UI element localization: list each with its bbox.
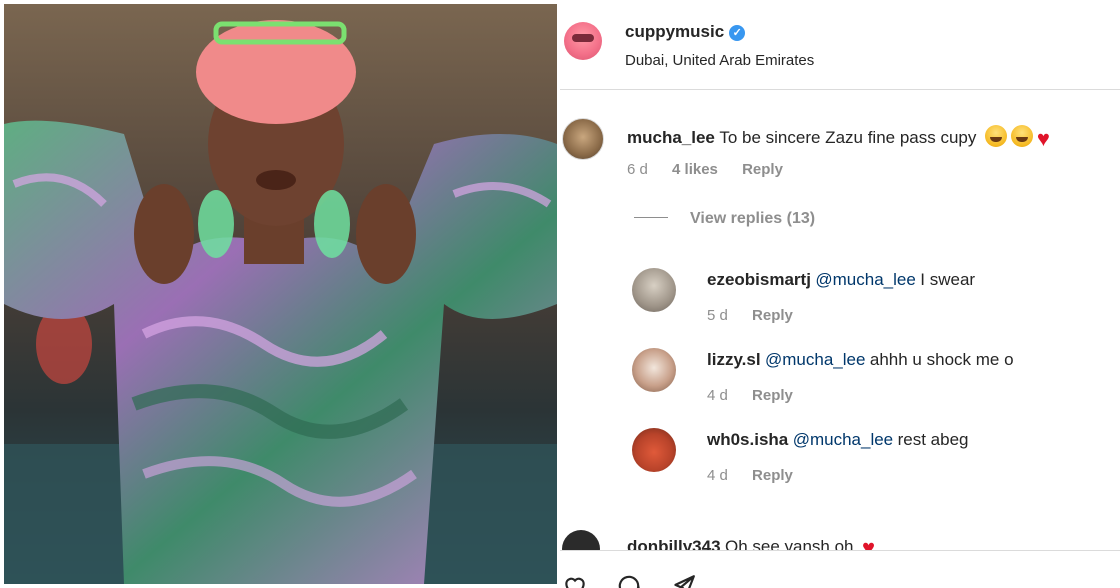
- reply-text: rest abeg: [897, 430, 969, 449]
- comment-meta: 6 d 4 likes Reply: [627, 161, 803, 178]
- comment-body: mucha_lee To be sincere Zazu fine pass c…: [627, 125, 1050, 152]
- reply-username[interactable]: ezeobismartj: [707, 270, 811, 289]
- avatar-glasses: [572, 34, 594, 42]
- view-replies-button[interactable]: View replies (13): [634, 210, 815, 228]
- reply-text: ahhh u shock me o: [869, 350, 1014, 369]
- reply-avatar[interactable]: [632, 348, 676, 392]
- reply-reply-button[interactable]: Reply: [752, 387, 793, 404]
- reply-time: 4 d: [707, 387, 728, 404]
- tears-of-joy-emoji-icon: [984, 125, 1007, 147]
- reply-reply-button[interactable]: Reply: [752, 307, 793, 324]
- paper-plane-icon[interactable]: [670, 573, 696, 588]
- reply-text: I swear: [920, 270, 976, 289]
- comments-panel: cuppymusic ✓ Dubai, United Arab Emirates …: [560, 0, 1120, 588]
- tears-of-joy-emoji-icon: [1010, 125, 1033, 147]
- author-username-row: cuppymusic ✓: [625, 22, 746, 42]
- reply-time: 4 d: [707, 467, 728, 484]
- reply-time: 5 d: [707, 307, 728, 324]
- reply-mention[interactable]: @mucha_lee: [765, 350, 865, 369]
- comment-text: To be sincere Zazu fine pass cupy: [719, 128, 977, 147]
- red-heart-emoji-icon: ♥: [1036, 126, 1050, 151]
- comment-username[interactable]: mucha_lee: [627, 128, 715, 147]
- heart-outline-icon[interactable]: [562, 573, 588, 588]
- comment-reply-button[interactable]: Reply: [742, 161, 783, 178]
- comment-time: 6 d: [627, 161, 648, 178]
- comment-likes[interactable]: 4 likes: [672, 161, 718, 178]
- reply-mention[interactable]: @mucha_lee: [815, 270, 915, 289]
- post-image-artwork: [4, 4, 557, 584]
- reply-avatar[interactable]: [632, 268, 676, 312]
- reply-meta: 4 d Reply: [707, 467, 813, 484]
- view-replies-label: View replies (13): [690, 210, 816, 227]
- reply-meta: 4 d Reply: [707, 387, 813, 404]
- speech-bubble-icon[interactable]: [616, 573, 642, 588]
- reply-reply-button[interactable]: Reply: [752, 467, 793, 484]
- post-header: cuppymusic ✓ Dubai, United Arab Emirates: [560, 0, 1120, 90]
- post-photo: [4, 4, 557, 584]
- reply-username[interactable]: lizzy.sl: [707, 350, 761, 369]
- author-avatar[interactable]: [564, 22, 602, 60]
- commenter-avatar[interactable]: [562, 118, 604, 160]
- author-username[interactable]: cuppymusic: [625, 22, 724, 41]
- reply-mention[interactable]: @mucha_lee: [793, 430, 893, 449]
- post-action-bar: [560, 550, 1120, 588]
- reply-body: ezeobismartj @mucha_lee I swear: [707, 270, 975, 290]
- reply-body: wh0s.isha @mucha_lee rest abeg: [707, 430, 969, 450]
- reply-username[interactable]: wh0s.isha: [707, 430, 788, 449]
- view-replies-dash: [634, 217, 668, 218]
- reply-body: lizzy.sl @mucha_lee ahhh u shock me o: [707, 350, 1014, 370]
- reply-meta: 5 d Reply: [707, 307, 813, 324]
- verified-badge-icon: ✓: [729, 25, 746, 41]
- reply-avatar[interactable]: [632, 428, 676, 472]
- post-location[interactable]: Dubai, United Arab Emirates: [625, 52, 814, 69]
